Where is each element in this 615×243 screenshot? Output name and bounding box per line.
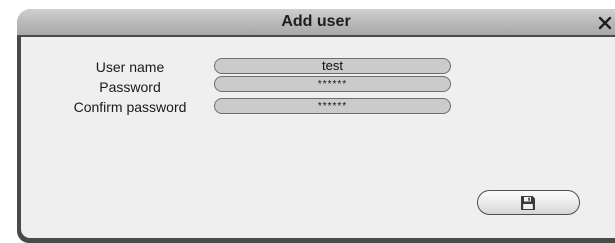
close-icon bbox=[598, 16, 612, 30]
close-button[interactable] bbox=[597, 15, 613, 31]
user-name-label: User name bbox=[95, 59, 165, 75]
page: Add user User name test Password ****** bbox=[0, 0, 615, 243]
confirm-password-value: ****** bbox=[317, 101, 348, 112]
password-row: Password ****** bbox=[21, 76, 615, 95]
confirm-password-label: Confirm password bbox=[73, 99, 187, 115]
password-value: ****** bbox=[317, 79, 348, 90]
confirm-password-row: Confirm password ****** bbox=[21, 96, 615, 115]
password-label: Password bbox=[99, 79, 161, 95]
dialog-content: User name test Password ****** Confirm p… bbox=[21, 37, 615, 238]
save-icon bbox=[521, 196, 535, 210]
add-user-dialog: Add user User name test Password ****** bbox=[17, 9, 615, 243]
user-name-field[interactable]: test bbox=[214, 58, 451, 74]
password-field[interactable]: ****** bbox=[214, 76, 451, 92]
user-name-value: test bbox=[322, 58, 343, 73]
user-name-row: User name test bbox=[21, 56, 615, 75]
save-button[interactable] bbox=[477, 190, 580, 215]
confirm-password-field[interactable]: ****** bbox=[214, 98, 451, 114]
dialog-titlebar[interactable]: Add user bbox=[17, 9, 615, 35]
dialog-title: Add user bbox=[281, 13, 351, 30]
